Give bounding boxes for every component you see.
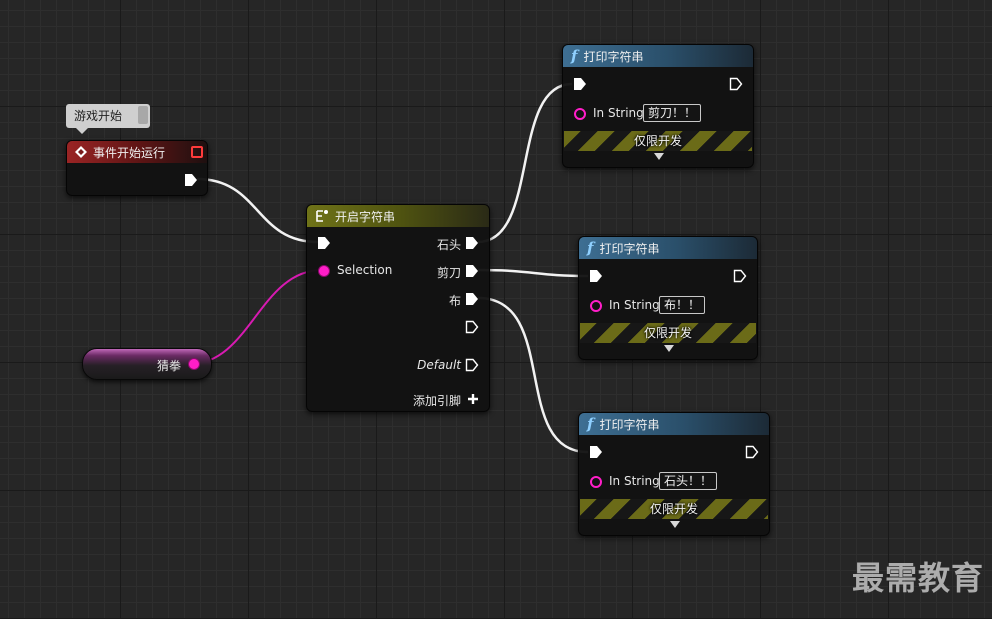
switch-node-header: 开启字符串: [307, 205, 489, 227]
print-node-1-exec-out[interactable]: [729, 77, 743, 91]
variable-node-label: 猜拳: [156, 359, 181, 373]
switch-on-string-node[interactable]: 开启字符串 Selection 石头 剪刀 布 Default 添加引脚: [306, 204, 490, 412]
switch-output-pin-stone[interactable]: [465, 236, 479, 250]
print-node-3-exec-out[interactable]: [745, 445, 759, 459]
print-node-2-dev-only-strip: 仅限开发: [580, 323, 756, 343]
variable-output-pin[interactable]: [189, 359, 199, 369]
print-node-2-title: 打印字符串: [599, 241, 660, 256]
print-node-1-string-pin[interactable]: [574, 108, 586, 120]
function-icon: f: [571, 47, 578, 65]
print-node-3-string-input[interactable]: 石头！！: [659, 472, 718, 490]
switch-selection-pin[interactable]: [319, 266, 329, 276]
print-string-node-cloth[interactable]: f 打印字符串 In String 布！！ 仅限开发: [578, 236, 758, 360]
print-node-3-dev-only-strip: 仅限开发: [580, 499, 768, 519]
comment-bubble[interactable]: 游戏开始: [66, 104, 150, 134]
print-node-1-dev-only-strip: 仅限开发: [564, 131, 752, 151]
print-node-1-param-label: In String: [593, 106, 644, 120]
print-node-1-header: f 打印字符串: [563, 45, 753, 67]
print-node-3-param-label: In String: [609, 474, 660, 488]
comment-text: 游戏开始: [74, 109, 123, 123]
print-node-3-header: f 打印字符串: [579, 413, 769, 435]
print-node-2-exec-out[interactable]: [733, 269, 747, 283]
add-pin-label[interactable]: 添加引脚: [413, 392, 461, 409]
event-exec-out-pin[interactable]: [184, 173, 198, 187]
wires-layer: [189, 82, 589, 454]
switch-default-pin[interactable]: [465, 358, 479, 372]
print-node-3-title: 打印字符串: [599, 417, 660, 432]
print-node-2-expand-arrow-icon[interactable]: [664, 345, 674, 352]
function-icon: f: [587, 415, 594, 433]
event-diamond-icon: [75, 146, 87, 158]
add-pin-plus-icon[interactable]: [467, 393, 479, 405]
switch-node-title: 开启字符串: [335, 209, 396, 224]
event-begin-play-node[interactable]: 事件开始运行: [66, 140, 208, 196]
event-node-title: 事件开始运行: [93, 145, 166, 160]
exec-wire-cloth-to-print: [477, 296, 589, 454]
exec-wire-event-to-switch: [196, 177, 319, 244]
print-node-2-exec-in[interactable]: [589, 269, 603, 283]
print-node-3-string-pin[interactable]: [590, 476, 602, 488]
switch-exec-in-pin[interactable]: [317, 236, 331, 250]
switch-output-label-cloth: 布: [448, 294, 461, 308]
print-string-node-scissors[interactable]: f 打印字符串 In String 剪刀！！ 仅限开发: [562, 44, 754, 168]
print-string-node-stone[interactable]: f 打印字符串 In String 石头！！ 仅限开发: [578, 412, 770, 536]
print-node-3-expand-arrow-icon[interactable]: [670, 521, 680, 528]
string-wire-variable-to-selection: [189, 269, 323, 365]
switch-icon: [316, 210, 328, 222]
watermark: 最需教育: [851, 559, 984, 597]
switch-output-label-scissors: 剪刀: [436, 266, 461, 280]
print-node-2-string-pin[interactable]: [590, 300, 602, 312]
print-node-1-title: 打印字符串: [583, 49, 644, 64]
print-node-1-exec-in[interactable]: [573, 77, 587, 91]
function-icon: f: [587, 239, 594, 257]
comment-pin-button[interactable]: [138, 106, 148, 124]
print-node-1-expand-arrow-icon[interactable]: [654, 153, 664, 160]
print-node-2-param-label: In String: [609, 298, 660, 312]
exec-wire-scissors-to-print: [477, 268, 589, 278]
switch-output-pin-scissors[interactable]: [465, 264, 479, 278]
switch-selection-label: Selection: [337, 263, 393, 277]
print-node-2-header: f 打印字符串: [579, 237, 757, 259]
switch-default-label: Default: [417, 358, 461, 372]
variable-node-guess[interactable]: 猜拳: [82, 348, 212, 380]
exec-wire-stone-to-print: [477, 82, 573, 244]
event-node-header: 事件开始运行: [67, 141, 207, 163]
switch-output-label-stone: 石头: [436, 238, 461, 252]
switch-output-pin-empty[interactable]: [465, 320, 479, 334]
print-node-1-string-input[interactable]: 剪刀！！: [643, 104, 702, 122]
print-node-2-string-input[interactable]: 布！！: [659, 296, 706, 314]
switch-output-pin-cloth[interactable]: [465, 292, 479, 306]
print-node-3-exec-in[interactable]: [589, 445, 603, 459]
event-delegate-pin-icon[interactable]: [191, 146, 203, 158]
